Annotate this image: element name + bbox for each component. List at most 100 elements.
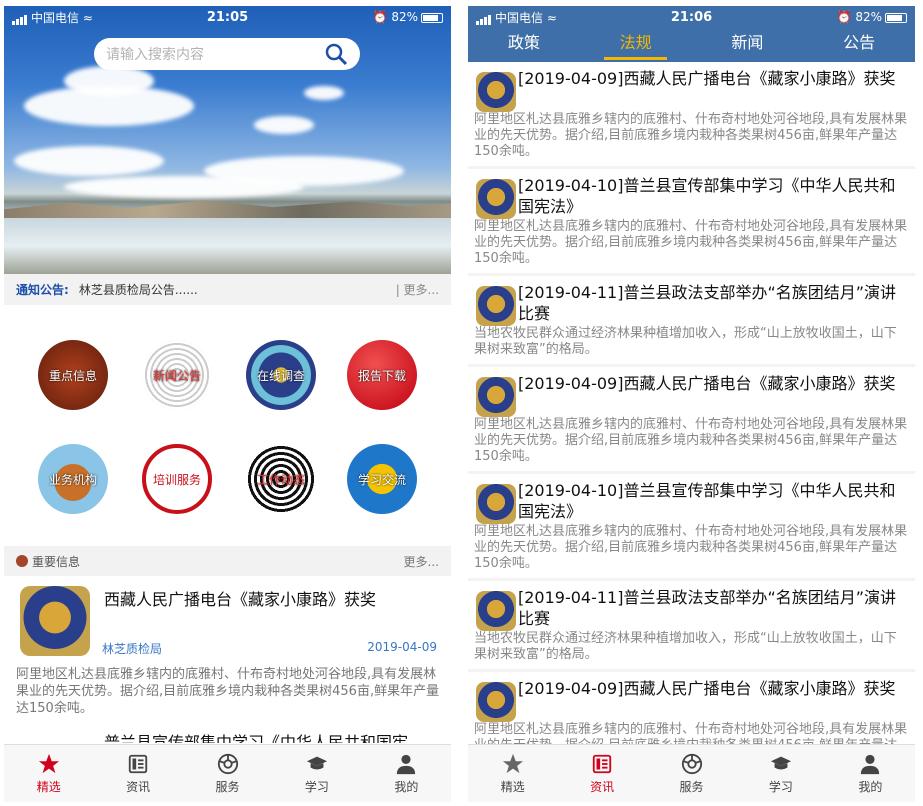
notice-text[interactable]: 林芝县质检局公告...... (79, 281, 396, 298)
grid-label: 学习交流 (357, 472, 406, 487)
search-input[interactable]: 请输入搜索内容 (106, 44, 324, 64)
tab-featured[interactable]: 精选 (468, 745, 557, 802)
tab-label: 服务 (215, 779, 240, 794)
status-bar: 中国电信 ≈ 21:06 ⏰ 82% (468, 6, 915, 28)
tab-news[interactable]: 新闻 (692, 28, 804, 62)
tab-service[interactable]: 服务 (647, 745, 736, 802)
item-desc: 阿里地区札达县底雅乡辖内的底雅村、什布奇村地处河谷地段,具有发展林果业的先天优势… (474, 112, 908, 159)
item-title: [2019-04-10]普兰县宣传部集中学习《中华人民共和国宪法》 (518, 481, 896, 521)
notice-bar[interactable]: 通知公告: 林芝县质检局公告...... | 更多... (4, 274, 451, 305)
star-icon (502, 753, 523, 773)
tab-study[interactable]: 学习 (736, 745, 825, 802)
item-desc: 阿里地区札达县底雅乡辖内的底雅村、什布奇村地处河谷地段,具有发展林果业的先天优势… (474, 219, 908, 266)
grid-item-key-info[interactable]: 重点信息 (38, 340, 108, 410)
battery-percent: 82% (855, 10, 883, 24)
item-desc: 阿里地区札达县底雅乡辖内的底雅村、什布奇村地处河谷地段,具有发展林果业的先天优势… (474, 722, 908, 744)
tab-label: 精选 (500, 779, 525, 794)
tab-label: 我的 (858, 779, 883, 794)
tab-policy[interactable]: 政策 (468, 28, 580, 62)
search-icon[interactable] (324, 42, 348, 66)
emblem-icon (476, 286, 516, 326)
grid-item-business[interactable]: 业务机构 (38, 444, 108, 514)
grid-label: 重点信息 (48, 368, 97, 383)
person-icon (861, 754, 880, 774)
graduation-cap-icon (770, 756, 792, 769)
wifi-icon: ≈ (82, 10, 93, 25)
aperture-icon (681, 753, 702, 774)
tab-label: 我的 (394, 779, 419, 794)
battery-percent: 82% (391, 10, 419, 24)
emblem-icon (476, 591, 516, 631)
notice-label: 通知公告: (16, 283, 69, 297)
list-item[interactable]: [2019-04-11]普兰县政法支部举办“名族团结月”演讲比赛 当地农牧民群众通… (468, 276, 915, 364)
list-item[interactable]: [2019-04-11]普兰县政法支部举办“名族团结月”演讲比赛 当地农牧民群众通… (468, 581, 915, 669)
alarm-icon: ⏰ (836, 10, 852, 24)
tab-bar: 精选 资讯 服务 学习 我的 (468, 744, 915, 802)
emblem-icon (476, 377, 516, 417)
battery-icon (421, 12, 444, 23)
grid-label: 报告下载 (357, 368, 406, 383)
tab-label: 资讯 (590, 779, 615, 794)
grid-item-news[interactable]: 新闻公告 (142, 340, 212, 410)
news-desc: 阿里地区札达县底雅乡辖内的底雅村、什布奇村地处河谷地段,具有发展林果业的先天优势… (16, 667, 440, 716)
signal-icon (12, 11, 28, 25)
grid-item-study[interactable]: 学习交流 (347, 444, 417, 514)
grid-label: 工作动态 (256, 472, 305, 487)
news-card[interactable]: 西藏人民广播电台《藏家小康路》获奖 林芝质检局 2019-04-09 阿里地区札… (4, 576, 451, 721)
tab-label: 学习 (768, 779, 793, 794)
carrier-label: 中国电信 (495, 10, 544, 25)
grid-item-training[interactable]: 培训服务 (142, 444, 212, 514)
grid-item-report-download[interactable]: 报告下载 (347, 340, 417, 410)
item-title: [2019-04-09]西藏人民广播电台《藏家小康路》获奖 (518, 679, 896, 698)
item-title: [2019-04-11]普兰县政法支部举办“名族团结月”演讲比赛 (518, 588, 897, 628)
star-icon (38, 753, 59, 773)
list-item[interactable]: [2019-04-09]西藏人民广播电台《藏家小康路》获奖 阿里地区札达县底雅乡辖… (468, 367, 915, 471)
tab-label: 精选 (36, 779, 61, 794)
emblem-icon (16, 555, 28, 567)
list-item[interactable]: [2019-04-10]普兰县宣传部集中学习《中华人民共和国宪法》 阿里地区札达县… (468, 169, 915, 273)
list-item[interactable]: [2019-04-09]西藏人民广播电台《藏家小康路》获奖阿里地区札达县底雅乡辖… (468, 672, 915, 744)
item-title: [2019-04-09]西藏人民广播电台《藏家小康路》获奖 (518, 69, 896, 88)
category-grid: 重点信息 新闻公告 在线调查 报告下载 业务机构 培训服务 工作动态 学习交流 (4, 324, 451, 544)
item-desc: 阿里地区札达县底雅乡辖内的底雅村、什布奇村地处河谷地段,具有发展林果业的先天优势… (474, 417, 908, 464)
grid-item-survey[interactable]: 在线调查 (246, 340, 316, 410)
item-desc: 阿里地区札达县底雅乡辖内的底雅村、什布奇村地处河谷地段,具有发展林果业的先天优势… (474, 524, 908, 571)
news-source: 林芝质检局 (102, 642, 163, 656)
item-title: [2019-04-10]普兰县宣传部集中学习《中华人民共和国宪法》 (518, 176, 896, 216)
aperture-icon (217, 753, 238, 774)
news-card[interactable]: 普兰县宣传部集中学习《中华人民共和国宪 (4, 723, 451, 743)
section-title: 重要信息 (32, 554, 81, 569)
news-title: 普兰县宣传部集中学习《中华人民共和国宪 (104, 733, 409, 743)
status-bar: 中国电信 ≈ 21:05 ⏰ 82% (4, 6, 451, 28)
grid-label: 在线调查 (256, 368, 305, 383)
item-title: [2019-04-11]普兰县政法支部举办“名族团结月”演讲比赛 (518, 283, 897, 323)
tab-news[interactable]: 资讯 (93, 745, 182, 802)
tab-mine[interactable]: 我的 (362, 745, 451, 802)
section-more-link[interactable]: 更多... (404, 553, 439, 570)
person-icon (397, 754, 416, 774)
notice-more-link[interactable]: | 更多... (396, 281, 439, 298)
tab-featured[interactable]: 精选 (4, 745, 93, 802)
tab-service[interactable]: 服务 (183, 745, 272, 802)
grid-item-work-news[interactable]: 工作动态 (246, 444, 316, 514)
tab-label: 服务 (679, 779, 704, 794)
emblem-icon (476, 682, 516, 722)
status-time: 21:06 (670, 9, 713, 25)
list-item[interactable]: [2019-04-09]西藏人民广播电台《藏家小康路》获奖阿里地区札达县底雅乡辖… (468, 62, 915, 166)
tab-label: 资讯 (126, 779, 151, 794)
tab-regulation[interactable]: 法规 (580, 28, 692, 62)
emblem-icon (20, 586, 90, 656)
news-icon (128, 754, 148, 773)
tab-mine[interactable]: 我的 (826, 745, 915, 802)
item-desc: 当地农牧民群众通过经济林果种植增加收入，形成“山上放牧收国土，山下果树来致富”的… (474, 631, 897, 662)
emblem-icon (476, 72, 516, 112)
grid-label: 业务机构 (48, 472, 97, 487)
signal-icon (476, 11, 492, 25)
tab-announcement[interactable]: 公告 (803, 28, 915, 62)
tab-news[interactable]: 资讯 (557, 745, 646, 802)
news-title: 西藏人民广播电台《藏家小康路》获奖 (104, 590, 377, 609)
tab-study[interactable]: 学习 (272, 745, 361, 802)
news-list[interactable]: [2019-04-09]西藏人民广播电台《藏家小康路》获奖阿里地区札达县底雅乡辖… (468, 62, 915, 744)
list-item[interactable]: [2019-04-10]普兰县宣传部集中学习《中华人民共和国宪法》 阿里地区札达县… (468, 474, 915, 578)
search-bar[interactable]: 请输入搜索内容 (94, 38, 360, 70)
